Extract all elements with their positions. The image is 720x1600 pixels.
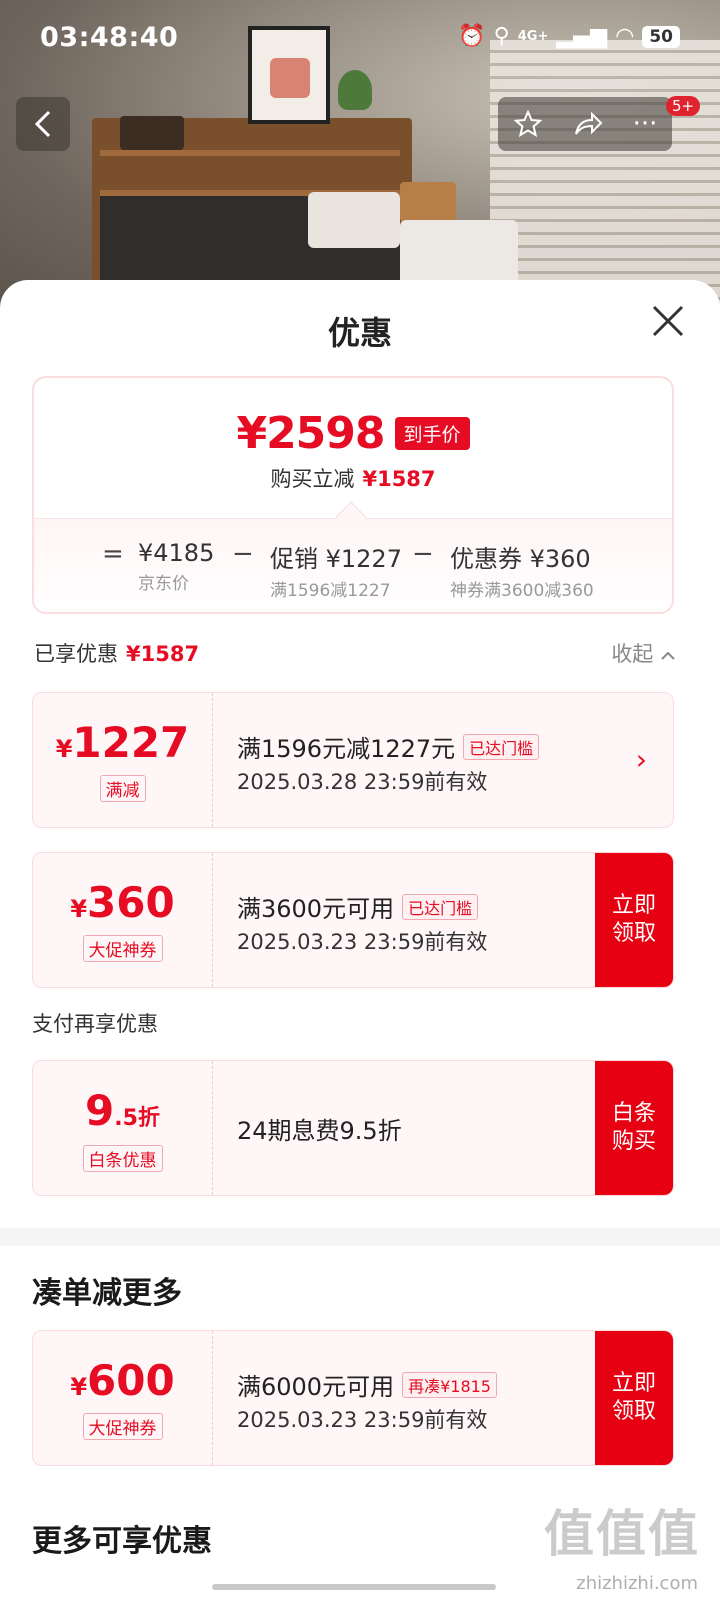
- enjoyed-label-text: 已享优惠: [34, 642, 118, 666]
- discount-small: .5折: [114, 1106, 160, 1131]
- network-label: 4G+: [517, 29, 549, 44]
- coupon-amount: 360: [87, 878, 175, 927]
- coupon-currency: ¥: [70, 895, 88, 923]
- instant-save-line: 购买立减 ¥1587: [34, 463, 672, 493]
- alarm-icon: ⏰: [458, 24, 486, 49]
- baitiao-discount-card: 9.5折 白条优惠 24期息费9.5折 白条购买: [32, 1060, 674, 1196]
- more-offers-title: 更多可享优惠: [32, 1524, 212, 1559]
- threshold-badge: 已达门槛: [463, 733, 540, 760]
- add-more-badge: 再凑¥1815: [402, 1371, 497, 1398]
- promo-value: 促销 ¥1227: [270, 545, 402, 573]
- coupon-detail: 满1596元减1227元 已达门槛 2025.03.28 23:59前有效: [237, 729, 540, 796]
- coupon-kind: 大促神券: [82, 935, 163, 962]
- jd-price: ¥4185 京东价: [138, 539, 214, 594]
- more-icon[interactable]: ···: [633, 109, 658, 139]
- home-indicator[interactable]: [212, 1584, 496, 1590]
- enjoyed-discount-label: 已享优惠 ¥1587: [34, 638, 199, 668]
- coupon-value: 优惠券 ¥360: [450, 545, 591, 573]
- coupon-validity: 2025.03.23 23:59前有效: [237, 1408, 488, 1432]
- coupon-desc: 神券满3600减360: [450, 581, 594, 601]
- coupon-validity: 2025.03.28 23:59前有效: [237, 770, 488, 794]
- status-time: 03:48:40: [40, 22, 179, 53]
- equals-sign: =: [102, 539, 124, 569]
- coupon-detail: 24期息费9.5折: [237, 1111, 402, 1146]
- top-action-group: ···: [498, 97, 672, 151]
- coupon-amount: 600: [87, 1356, 175, 1405]
- installment-desc: 24期息费9.5折: [237, 1117, 402, 1145]
- coupon-amount-block: ¥1227 满减: [33, 693, 213, 827]
- sheet-title: 优惠: [327, 314, 392, 352]
- mega-coupon-card: ¥360 大促神券 满3600元可用 已达门槛 2025.03.23 23:59前…: [32, 852, 674, 988]
- status-icons: ⏰ ⚲ 4G+ ▂▄▆ ◠ 50: [458, 24, 680, 49]
- coupon-detail: 满6000元可用 再凑¥1815 2025.03.23 23:59前有效: [237, 1367, 497, 1434]
- pay-discount-label: 支付再享优惠: [32, 1012, 158, 1036]
- instant-save-label: 购买立减: [270, 467, 355, 491]
- coupon-detail: 满3600元可用 已达门槛 2025.03.23 23:59前有效: [237, 889, 487, 956]
- close-button[interactable]: [648, 304, 688, 344]
- watermark: 值值值: [544, 1505, 700, 1563]
- jd-price-value: ¥4185: [138, 539, 215, 567]
- watermark-url: zhizhizhi.com: [576, 1573, 698, 1594]
- collapse-button[interactable]: 收起: [611, 638, 676, 668]
- coupon-deduction: 优惠券 ¥360 神券满3600减360: [450, 539, 594, 601]
- coupon-condition: 满6000元可用: [237, 1373, 395, 1401]
- promo-coupon-card[interactable]: ¥1227 满减 满1596元减1227元 已达门槛 2025.03.28 23:…: [32, 692, 674, 828]
- claim-coupon-button[interactable]: 立即领取: [595, 853, 673, 987]
- claim-coupon-button[interactable]: 立即领取: [595, 1331, 673, 1465]
- coupon-kind: 大促神券: [82, 1413, 163, 1440]
- final-price: ¥2598: [236, 408, 385, 459]
- coupon-amount-block: ¥600 大促神券: [33, 1331, 213, 1465]
- close-icon: [652, 305, 684, 337]
- share-icon[interactable]: [572, 110, 604, 138]
- battery-indicator: 50: [642, 25, 680, 48]
- signal-icon: ▂▄▆: [556, 24, 608, 49]
- coupon-condition: 满1596元减1227元: [237, 735, 456, 763]
- coupon-amount: 1227: [72, 718, 190, 767]
- promo-deduction: 促销 ¥1227 满1596减1227: [270, 539, 402, 601]
- coupon-amount-block: ¥360 大促神券: [33, 853, 213, 987]
- minus-sign: −: [232, 539, 254, 569]
- threshold-badge: 已达门槛: [402, 893, 479, 920]
- back-button[interactable]: [16, 97, 70, 151]
- jd-price-label: 京东价: [138, 574, 189, 594]
- add-on-title: 凑单减更多: [32, 1276, 182, 1311]
- coupon-kind: 满减: [99, 775, 146, 802]
- wifi-icon: ◠: [615, 24, 635, 49]
- discount-sheet: 优惠 ¥2598 到手价 购买立减 ¥1587 = ¥4185 京东价 − 促销…: [0, 280, 720, 1600]
- chevron-up-icon: [661, 651, 675, 660]
- coupon-validity: 2025.03.23 23:59前有效: [237, 930, 488, 954]
- price-summary-card: ¥2598 到手价 购买立减 ¥1587 = ¥4185 京东价 − 促销 ¥12…: [32, 376, 674, 614]
- collapse-label: 收起: [611, 642, 654, 666]
- coupon-currency: ¥: [55, 735, 73, 763]
- star-icon[interactable]: [513, 109, 543, 139]
- discount-big: 9: [85, 1086, 115, 1135]
- location-icon: ⚲: [493, 24, 510, 49]
- coupon-kind: 白条优惠: [82, 1145, 163, 1172]
- coupon-amount-block: 9.5折 白条优惠: [33, 1061, 213, 1195]
- section-divider: [0, 1228, 720, 1246]
- chevron-right-icon[interactable]: ›: [636, 743, 647, 776]
- status-bar: 03:48:40 ⏰ ⚲ 4G+ ▂▄▆ ◠ 50: [0, 0, 720, 80]
- final-price-tag: 到手价: [394, 417, 470, 450]
- message-badge: 5+: [666, 96, 701, 116]
- coupon-condition: 满3600元可用: [237, 895, 395, 923]
- price-formula: = ¥4185 京东价 − 促销 ¥1227 满1596减1227 − 优惠券 …: [34, 518, 672, 612]
- coupon-currency: ¥: [70, 1373, 88, 1401]
- add-on-coupon-card: ¥600 大促神券 满6000元可用 再凑¥1815 2025.03.23 23:…: [32, 1330, 674, 1466]
- instant-save-amount: ¥1587: [362, 467, 436, 491]
- promo-desc: 满1596减1227: [270, 581, 391, 601]
- baitiao-buy-button[interactable]: 白条购买: [595, 1061, 673, 1195]
- chevron-left-icon: [34, 110, 51, 138]
- enjoyed-amount: ¥1587: [126, 642, 200, 666]
- minus-sign: −: [412, 539, 434, 569]
